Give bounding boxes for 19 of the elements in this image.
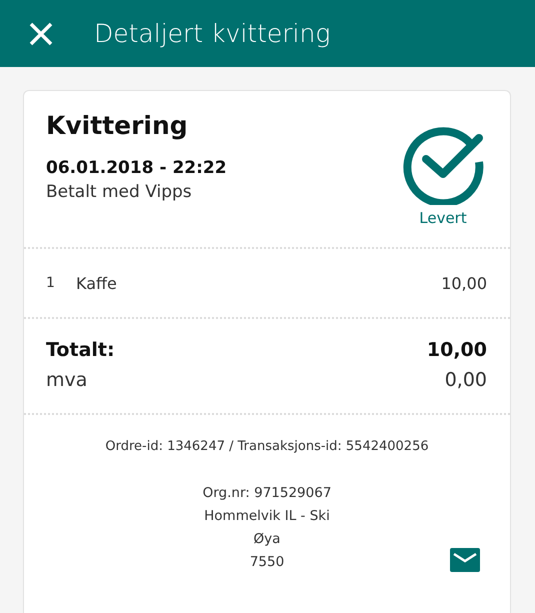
close-button[interactable] (28, 20, 54, 46)
page-title: Detaljert kvittering (94, 19, 330, 48)
merchant-info: 7550 (250, 553, 284, 572)
total-label: Totalt: (46, 339, 115, 361)
merchant-info: Hommelvik IL - Ski (204, 507, 330, 526)
merchant-info: Org.nr: 971529067 (202, 484, 332, 503)
status-label: Levert (419, 209, 467, 227)
item-amount: 10,00 (441, 274, 487, 292)
receipt-title: Kvittering (46, 111, 189, 140)
merchant-info: Øya (254, 530, 280, 549)
tax-amount: 0,00 (444, 369, 487, 391)
receipt-date: 06.01.2018 - 22:22 (46, 158, 227, 178)
tax-label: mva (46, 369, 88, 391)
order-ids: Ordre-id: 1346247 / Transaksjons-id: 5542400256 (105, 439, 429, 454)
payment-method: Betalt med Vipps (46, 182, 193, 202)
total-amount: 10,00 (426, 339, 487, 361)
mail-button[interactable] (450, 548, 480, 572)
item-quantity: 1 (46, 275, 56, 291)
item-name: Kaffe (76, 274, 118, 292)
